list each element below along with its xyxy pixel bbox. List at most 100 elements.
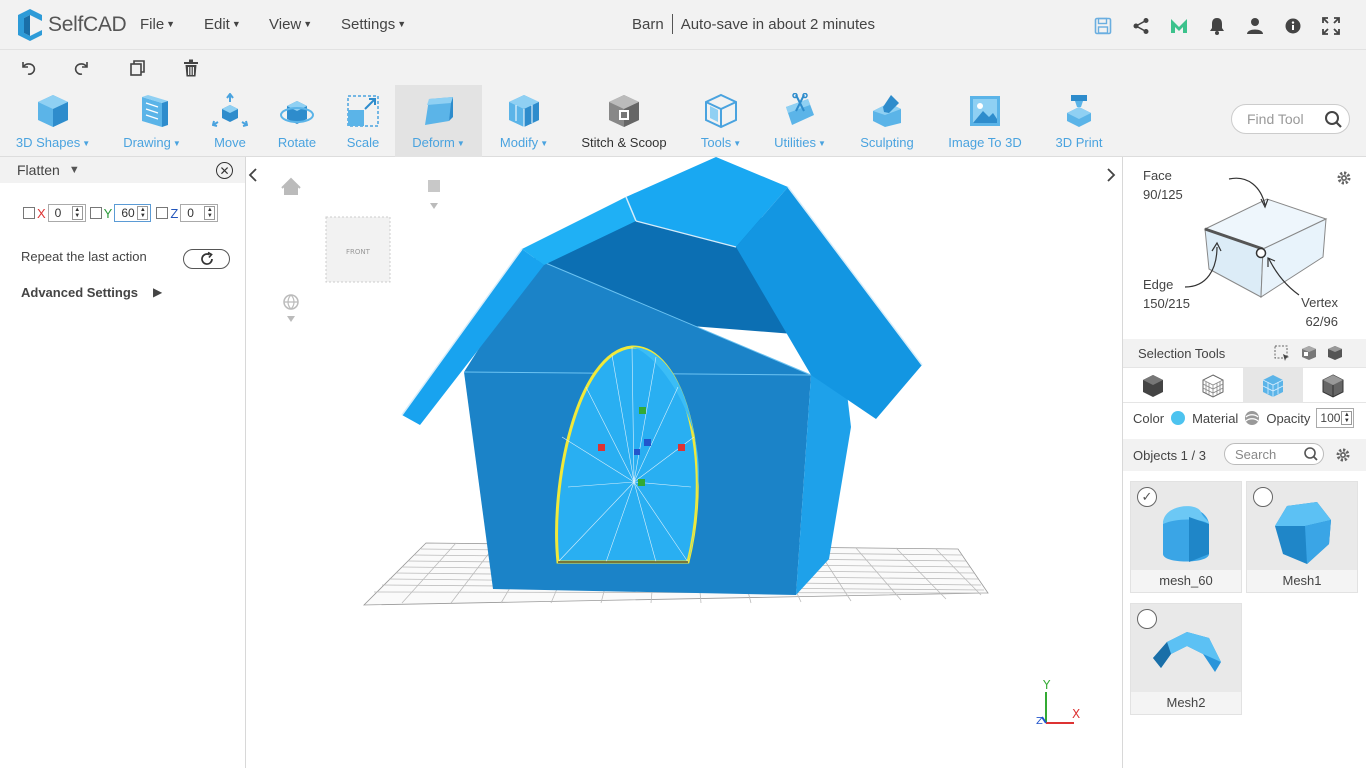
axis-gizmo: Y X Z bbox=[1036, 678, 1080, 727]
redo-icon[interactable] bbox=[70, 56, 94, 80]
panel-header: Flatten ▼ ✕ bbox=[0, 157, 245, 183]
select-all-icon[interactable] bbox=[1301, 345, 1317, 361]
bell-icon[interactable] bbox=[1198, 14, 1236, 38]
vertex-counter[interactable]: Vertex 62/96 bbox=[1298, 293, 1338, 331]
repeat-last-action-button[interactable] bbox=[183, 249, 230, 269]
opacity-stepper[interactable]: ▲ ▼ bbox=[1341, 411, 1353, 425]
3d-viewport[interactable]: FRONT Y X Z bbox=[246, 157, 1122, 768]
tool-rotate-label: Rotate bbox=[277, 135, 317, 150]
expand-triangle-icon[interactable]: ▶ bbox=[153, 285, 162, 299]
menu-view[interactable]: View ▼ bbox=[269, 16, 312, 33]
invert-select-icon[interactable] bbox=[1327, 345, 1343, 361]
box-select-icon[interactable] bbox=[1274, 345, 1290, 361]
panel-title: Flatten bbox=[17, 162, 60, 178]
close-panel-icon[interactable]: ✕ bbox=[216, 162, 233, 179]
share-icon[interactable] bbox=[1122, 14, 1160, 38]
checkbox-y[interactable] bbox=[89, 207, 102, 219]
find-tool-input[interactable]: Find Tool bbox=[1231, 104, 1350, 134]
selection-tools-row: Selection Tools bbox=[1123, 339, 1366, 367]
checkbox-x[interactable] bbox=[23, 207, 35, 219]
object-select-checkbox[interactable]: ✓ bbox=[1137, 487, 1157, 507]
object-select-checkbox[interactable] bbox=[1253, 487, 1273, 507]
caret-down-icon: ▼ bbox=[303, 19, 313, 29]
tool-3d-print-label: 3D Print bbox=[1055, 135, 1103, 150]
y-stepper[interactable]: ▲ ▼ bbox=[137, 206, 149, 220]
selection-mode-diagram: Face 90/125 Edge 150/215 Vertex 62/96 bbox=[1123, 157, 1366, 337]
view-cube[interactable]: FRONT bbox=[325, 216, 391, 283]
wireframe-mode-tab[interactable] bbox=[1183, 368, 1243, 404]
object-card-mesh1[interactable]: Mesh1 bbox=[1246, 481, 1358, 593]
trash-icon[interactable] bbox=[179, 56, 203, 80]
objects-gear-icon[interactable] bbox=[1334, 446, 1352, 464]
app-logo[interactable]: SelfCAD bbox=[16, 9, 127, 41]
search-icon[interactable] bbox=[1301, 445, 1323, 463]
edge-counter[interactable]: Edge 150/215 bbox=[1143, 275, 1190, 313]
image-to-3d-icon bbox=[970, 96, 1000, 126]
object-select-checkbox[interactable] bbox=[1137, 609, 1157, 629]
advanced-settings-label[interactable]: Advanced Settings bbox=[21, 285, 138, 300]
z-value-field[interactable]: 0 ▲ ▼ bbox=[180, 204, 219, 222]
y-value-field[interactable]: 60 ▲ ▼ bbox=[114, 204, 152, 222]
object-mode-tab[interactable] bbox=[1123, 368, 1183, 404]
save-icon[interactable] bbox=[1084, 14, 1122, 38]
undo-icon[interactable] bbox=[16, 56, 40, 80]
perspective-cube-icon[interactable] bbox=[428, 180, 440, 209]
opacity-field[interactable]: 100 ▲ ▼ bbox=[1316, 408, 1355, 428]
material-label[interactable]: Material bbox=[1192, 411, 1238, 426]
face-counter[interactable]: Face 90/125 bbox=[1143, 166, 1183, 204]
tool-image-to-3d[interactable]: Image To 3D bbox=[942, 85, 1028, 157]
gear-icon[interactable] bbox=[1335, 169, 1353, 187]
collapse-left-arrow-icon[interactable] bbox=[248, 168, 257, 182]
color-swatch[interactable] bbox=[1171, 411, 1186, 425]
menu-settings[interactable]: Settings ▼ bbox=[341, 16, 406, 33]
globe-icon[interactable] bbox=[283, 294, 299, 322]
tool-sculpting[interactable]: Sculpting bbox=[855, 85, 919, 157]
material-sphere-icon[interactable] bbox=[1244, 410, 1260, 426]
edge-label: Edge bbox=[1143, 277, 1174, 292]
search-icon[interactable] bbox=[1317, 105, 1349, 133]
m-logo-icon[interactable] bbox=[1160, 14, 1198, 38]
info-icon[interactable] bbox=[1274, 14, 1312, 38]
collapse-right-arrow-icon[interactable] bbox=[1107, 168, 1116, 182]
copy-icon[interactable] bbox=[125, 56, 149, 80]
vertex-mode-tab[interactable] bbox=[1303, 368, 1363, 404]
tool-utilities[interactable]: Utilities ▼ bbox=[766, 85, 834, 157]
face-select-cube-icon bbox=[1262, 375, 1284, 397]
object-search-input[interactable]: Search bbox=[1224, 443, 1324, 465]
object-card-mesh-60[interactable]: ✓ mesh_60 bbox=[1130, 481, 1242, 593]
z-stepper[interactable]: ▲ ▼ bbox=[204, 206, 216, 220]
tool-scale[interactable]: Scale bbox=[340, 85, 386, 157]
tool-stitch-scoop[interactable]: Stitch & Scoop bbox=[574, 85, 674, 157]
user-icon[interactable] bbox=[1236, 14, 1274, 38]
caret-down-icon: ▼ bbox=[817, 139, 826, 148]
face-mode-tab[interactable] bbox=[1243, 368, 1303, 404]
object-card-mesh2[interactable]: Mesh2 bbox=[1130, 603, 1242, 715]
solid-cube-icon bbox=[1143, 375, 1163, 397]
tool-modify[interactable]: Modify ▼ bbox=[492, 85, 556, 157]
checkbox-z[interactable] bbox=[156, 207, 169, 219]
axis-x-label: X bbox=[37, 205, 46, 221]
fullscreen-icon[interactable] bbox=[1312, 14, 1350, 38]
tool-modify-label: Modify ▼ bbox=[500, 135, 548, 150]
home-view-icon[interactable] bbox=[281, 177, 301, 195]
tool-3d-print[interactable]: 3D Print bbox=[1050, 85, 1108, 157]
tool-rotate[interactable]: Rotate bbox=[272, 85, 322, 157]
tool-tools-label: Tools ▼ bbox=[701, 135, 741, 150]
project-name[interactable]: Barn bbox=[632, 16, 664, 36]
tool-utilities-label: Utilities ▼ bbox=[774, 135, 826, 150]
tool-deform[interactable]: Deform ▼ bbox=[395, 85, 482, 157]
top-icon-group bbox=[1084, 14, 1350, 38]
menu-file[interactable]: File ▼ bbox=[140, 16, 175, 33]
scene-canvas[interactable]: FRONT Y X Z bbox=[246, 157, 1122, 768]
tool-tools[interactable]: Tools ▼ bbox=[695, 85, 747, 157]
tool-drawing[interactable]: Drawing ▼ bbox=[112, 85, 192, 157]
action-bar bbox=[0, 50, 1366, 85]
collapse-triangle-icon[interactable]: ▼ bbox=[69, 164, 80, 176]
x-value-field[interactable]: 0 ▲ ▼ bbox=[47, 204, 86, 222]
menu-edit[interactable]: Edit ▼ bbox=[204, 16, 241, 33]
x-stepper[interactable]: ▲ ▼ bbox=[71, 206, 83, 220]
object-name: Mesh2 bbox=[1166, 695, 1206, 710]
autosave-status: Auto-save in about 2 minutes bbox=[680, 16, 875, 33]
tool-move[interactable]: Move bbox=[204, 85, 256, 157]
tool-3d-shapes[interactable]: 3D Shapes ▼ bbox=[8, 85, 98, 157]
